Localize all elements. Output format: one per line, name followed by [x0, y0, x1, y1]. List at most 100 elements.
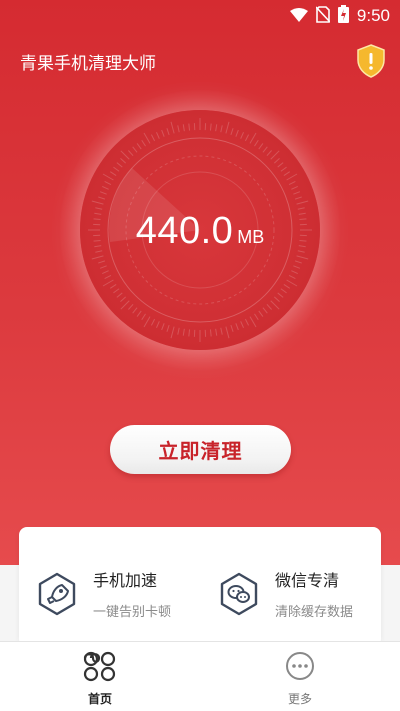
dial-tick — [262, 146, 268, 153]
junk-size-value: 440.0 — [135, 210, 234, 252]
dial-tick — [116, 162, 123, 168]
dial-tick — [141, 313, 146, 321]
dial-tick — [91, 255, 104, 260]
dial-tick — [288, 274, 296, 280]
dial-tick — [230, 128, 234, 136]
dial-tick — [280, 166, 287, 172]
dial-tick — [120, 158, 127, 164]
rocket-icon — [38, 572, 76, 615]
dial-tick — [244, 134, 250, 142]
dial-tick — [156, 321, 160, 328]
dial-tick — [249, 316, 257, 328]
dial-tick — [113, 166, 120, 172]
dial-tick — [273, 158, 280, 164]
more-chat-icon — [286, 652, 314, 680]
feature-subtitle: 一键告别卡顿 — [93, 605, 172, 620]
dial-tick — [132, 307, 138, 314]
hero-panel: 9:50 青果手机清理大师 440.0 MB 立即清理 — [0, 0, 400, 565]
dial-tick — [283, 171, 291, 176]
dial-tick — [102, 173, 114, 181]
dial-tick — [109, 171, 117, 176]
nav-more-tab[interactable]: 更多 — [278, 650, 322, 707]
dial-tick — [99, 191, 107, 195]
dial-tick — [273, 296, 280, 302]
wifi-icon — [289, 7, 308, 26]
dial-tick — [136, 143, 142, 150]
dial-tick — [166, 324, 170, 332]
dial-tick — [150, 134, 156, 142]
dial-tick — [293, 191, 301, 195]
dial-tick — [240, 321, 244, 328]
dial-tick — [283, 284, 291, 289]
clean-now-button[interactable]: 立即清理 — [110, 425, 291, 474]
dial-tick — [91, 200, 104, 205]
dial-tick — [209, 329, 212, 337]
dial-tick — [225, 121, 230, 134]
home-grid-icon — [83, 651, 116, 682]
feature-wechat-clean[interactable]: 微信专清 清除缓存数据 — [219, 567, 353, 620]
features-card: 手机加速 一键告别卡顿 微信专清 清除缓存数据 — [19, 527, 381, 647]
dial-tick — [293, 265, 301, 269]
dial-tick — [240, 132, 244, 139]
battery-charging-icon — [337, 5, 349, 27]
dial-tick — [254, 139, 259, 147]
dial-tick — [102, 279, 114, 287]
app-bar: 青果手机清理大师 — [20, 42, 386, 80]
junk-size-unit: MB — [237, 227, 265, 247]
dial-tick — [161, 129, 165, 137]
dial-tick — [286, 173, 298, 181]
dial-tick — [291, 186, 298, 190]
dial-tick — [98, 260, 106, 264]
dial-tick — [99, 265, 107, 269]
dial-tick — [288, 180, 296, 186]
dial-tick — [102, 270, 109, 274]
dial-tick — [132, 146, 138, 153]
dial-tick — [182, 328, 185, 336]
dial-tick — [156, 132, 160, 139]
dial-tick — [182, 124, 185, 132]
nav-home-label: 首页 — [87, 692, 112, 706]
dial-tick — [104, 274, 112, 280]
dial-tick — [262, 307, 268, 314]
dial-tick — [120, 296, 127, 302]
feature-title: 微信专清 — [275, 571, 340, 590]
no-sim-icon — [315, 5, 331, 27]
dial-tick — [209, 123, 212, 131]
dial-tick — [270, 150, 280, 160]
status-time: 9:50 — [356, 6, 390, 25]
dial-tick — [113, 288, 120, 294]
dial-tick — [188, 329, 191, 337]
dial-tick — [258, 310, 264, 317]
dial-tick — [109, 284, 117, 289]
dial-tick — [120, 300, 130, 310]
dial-tick — [254, 313, 259, 321]
size-readout: 440.0 MB — [80, 210, 320, 253]
dial-tick — [170, 121, 175, 134]
feature-phone-boost[interactable]: 手机加速 一键告别卡顿 — [37, 567, 171, 620]
dial-tick — [280, 288, 287, 294]
dial-tick — [220, 327, 223, 335]
dial-tick — [215, 124, 218, 132]
dial-tick — [102, 186, 109, 190]
dial-tick — [258, 143, 264, 150]
dial-tick — [291, 270, 298, 274]
status-bar: 9:50 — [0, 0, 400, 32]
nav-home-tab[interactable]: 首页 — [78, 650, 122, 707]
dial-tick — [266, 150, 272, 157]
feature-subtitle: 清除缓存数据 — [275, 605, 354, 620]
dial-tick — [296, 255, 309, 260]
dial-tick — [177, 125, 180, 133]
dial-tick — [128, 303, 134, 310]
dial-tick — [235, 129, 239, 137]
dial-tick — [143, 316, 151, 328]
nav-more-label: 更多 — [287, 692, 312, 706]
dial-tick — [225, 326, 230, 339]
shield-warning-icon[interactable] — [356, 44, 386, 78]
dial-tick — [120, 150, 130, 160]
dial-tick — [249, 132, 257, 144]
dial-tick — [235, 323, 239, 331]
bottom-navigation: 首页 更多 — [0, 641, 400, 711]
dial-tick — [136, 310, 142, 317]
dial-tick — [215, 328, 218, 336]
dial-tick — [297, 207, 305, 210]
